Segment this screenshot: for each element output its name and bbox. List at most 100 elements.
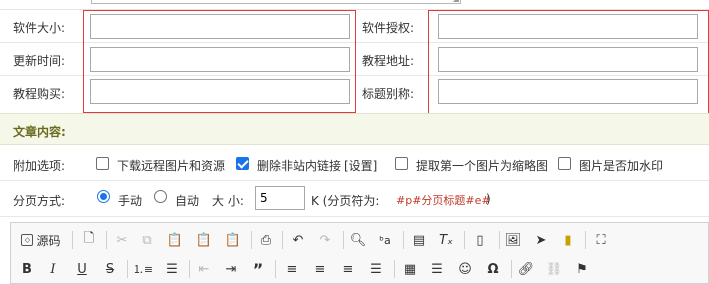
copy-icon: ⧉ xyxy=(142,232,152,248)
first-image-thumb-checkbox[interactable] xyxy=(395,157,408,170)
source-button[interactable]: ◇ 源码 xyxy=(18,229,64,251)
title-alias-input[interactable] xyxy=(438,79,698,104)
update-time-input[interactable] xyxy=(90,47,350,72)
manual-label[interactable]: 手动 xyxy=(118,192,142,209)
download-remote-label[interactable]: 下载远程图片和资源 xyxy=(117,157,225,174)
toolbar-row-2: B I U S ⒈≡ ☰ ⇤ ⇥ ” ≡ ≡ ≡ ☰ ▦ ☰ ☺ Ω 🔗︎ ⛓ … xyxy=(11,258,709,284)
align-left-button[interactable]: ≡ xyxy=(281,258,303,280)
italic-icon: I xyxy=(50,261,56,277)
align-left-icon: ≡ xyxy=(286,261,298,277)
remove-links-checkbox[interactable] xyxy=(236,157,249,170)
page-size-input[interactable] xyxy=(255,186,305,210)
settings-link[interactable]: [设置] xyxy=(344,157,377,174)
toolbar-separator xyxy=(499,231,500,249)
toolbar-separator xyxy=(585,231,586,249)
paging-label: 分页方式: xyxy=(13,194,66,208)
redo-button[interactable]: ↷ xyxy=(314,229,336,251)
rich-text-editor: ◇ 源码 🗋 ✂ ⧉ 📋 📋 📋 ⎙ ↶ ↷ 🔍︎ ᵇa ▤ Tₓ ▯ 🖼︎ ➤… xyxy=(10,222,709,284)
undo-button[interactable]: ↶ xyxy=(287,229,309,251)
outdent-button[interactable]: ⇤ xyxy=(193,258,215,280)
tutorial-address-input[interactable] xyxy=(438,47,698,72)
find-button[interactable]: 🔍︎ xyxy=(347,229,369,251)
software-size-input[interactable] xyxy=(90,14,350,39)
source-icon: ◇ xyxy=(21,234,34,246)
search-icon: 🔍︎ xyxy=(349,232,367,248)
watermark-checkbox[interactable] xyxy=(558,157,571,170)
bulleted-list-icon: ☰ xyxy=(166,261,178,277)
table-icon: ▦ xyxy=(403,261,417,277)
redo-icon: ↷ xyxy=(319,232,331,248)
horizontal-rule-button[interactable]: ☰ xyxy=(426,258,448,280)
toolbar-separator xyxy=(189,260,190,278)
align-right-button[interactable]: ≡ xyxy=(337,258,359,280)
media-button[interactable]: ▮ xyxy=(557,229,579,251)
italic-button[interactable]: I xyxy=(42,258,64,280)
numbered-list-icon: ⒈≡ xyxy=(132,263,154,276)
software-size-label: 软件大小: xyxy=(13,21,66,35)
select-all-button[interactable]: ▤ xyxy=(408,229,430,251)
toolbar-separator xyxy=(275,260,276,278)
copy-button[interactable]: ⧉ xyxy=(136,229,158,251)
maximize-button[interactable]: ⛶ xyxy=(590,229,612,251)
underline-button[interactable]: U xyxy=(71,258,93,280)
paste-text-button[interactable]: 📋 xyxy=(193,229,215,251)
replace-button[interactable]: ᵇa xyxy=(374,229,396,251)
form-row-1: 软件大小: 软件授权: xyxy=(0,10,709,43)
section-title: 文章内容: xyxy=(13,125,66,139)
first-image-thumb-label[interactable]: 提取第一个图片为缩略图 xyxy=(416,157,548,174)
select-all-icon: ▤ xyxy=(412,232,426,248)
bulleted-list-button[interactable]: ☰ xyxy=(161,258,183,280)
smiley-button[interactable]: ☺ xyxy=(454,258,476,280)
strikethrough-icon: S xyxy=(105,261,115,277)
software-auth-label: 软件授权: xyxy=(362,21,415,35)
table-button[interactable]: ▦ xyxy=(399,258,421,280)
anchor-button[interactable]: ⚑ xyxy=(571,258,593,280)
print-button[interactable]: ⎙ xyxy=(255,229,277,251)
toolbar-separator xyxy=(282,231,283,249)
summary-textarea[interactable]: ◢ xyxy=(91,0,461,4)
tutorial-buy-input[interactable] xyxy=(90,79,350,104)
paging-row: 分页方式: 手动 自动 大 小: K (分页符为: #p#分页标题#e# ) xyxy=(0,181,709,217)
remove-format-button[interactable]: Tₓ xyxy=(435,229,457,251)
strike-button[interactable]: S xyxy=(99,258,121,280)
maximize-icon: ⛶ xyxy=(596,232,606,248)
new-document-button[interactable]: 🗋 xyxy=(78,229,100,251)
toolbar-separator xyxy=(251,231,252,249)
auto-radio[interactable] xyxy=(154,190,167,203)
show-blocks-button[interactable]: ▯ xyxy=(469,229,491,251)
link-button[interactable]: 🔗︎ xyxy=(515,258,537,280)
image-button[interactable]: 🖼︎ xyxy=(502,229,524,251)
extra-options-row: 附加选项: 下载远程图片和资源 删除非站内链接 [设置] 提取第一个图片为缩略图… xyxy=(0,145,709,181)
auto-label[interactable]: 自动 xyxy=(175,192,199,209)
undo-icon: ↶ xyxy=(292,232,304,248)
numbered-list-button[interactable]: ⒈≡ xyxy=(132,258,154,280)
cut-button[interactable]: ✂ xyxy=(111,229,133,251)
flash-button[interactable]: ➤ xyxy=(530,229,552,251)
special-char-button[interactable]: Ω xyxy=(482,258,504,280)
align-center-button[interactable]: ≡ xyxy=(309,258,331,280)
toolbar-separator xyxy=(127,260,128,278)
link-icon: 🔗︎ xyxy=(517,261,535,277)
download-remote-checkbox[interactable] xyxy=(96,157,109,170)
manual-radio[interactable] xyxy=(97,190,110,203)
unlink-button[interactable]: ⛓ xyxy=(543,258,565,280)
resize-grip-icon[interactable]: ◢ xyxy=(453,0,459,3)
indent-button[interactable]: ⇥ xyxy=(220,258,242,280)
clipboard-word-icon: 📋 xyxy=(224,232,242,248)
blockquote-button[interactable]: ” xyxy=(247,258,269,280)
unit-label: K (分页符为: xyxy=(311,194,380,208)
software-auth-input[interactable] xyxy=(438,14,698,39)
paste-word-button[interactable]: 📋 xyxy=(222,229,244,251)
replace-icon: ᵇa xyxy=(379,233,391,247)
bold-button[interactable]: B xyxy=(16,258,38,280)
tutorial-buy-label: 教程购买: xyxy=(13,87,66,101)
toolbar-separator xyxy=(464,231,465,249)
flash-icon: ➤ xyxy=(535,232,547,248)
watermark-label[interactable]: 图片是否加水印 xyxy=(579,157,663,174)
paste-button[interactable]: 📋 xyxy=(164,229,186,251)
size-label: 大 小: xyxy=(212,194,244,208)
justify-button[interactable]: ☰ xyxy=(365,258,387,280)
remove-links-label[interactable]: 删除非站内链接 xyxy=(257,157,341,174)
horizontal-rule-icon: ☰ xyxy=(431,261,443,277)
printer-icon: ⎙ xyxy=(260,232,272,248)
